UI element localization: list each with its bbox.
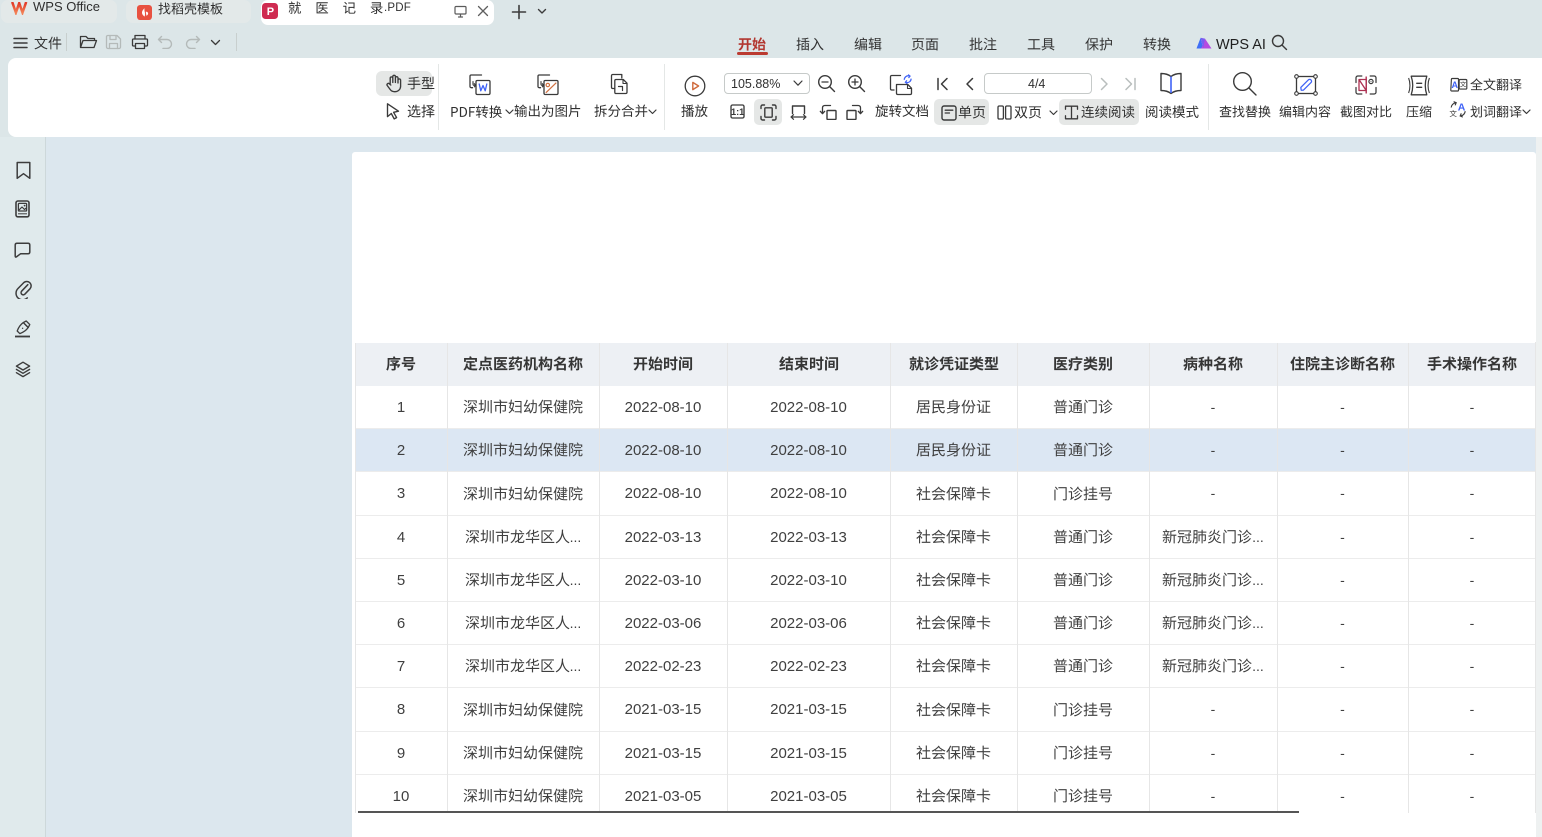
svg-text:1:1: 1:1: [731, 107, 744, 117]
svg-text:A: A: [1452, 80, 1459, 90]
svg-text:P: P: [267, 6, 274, 18]
